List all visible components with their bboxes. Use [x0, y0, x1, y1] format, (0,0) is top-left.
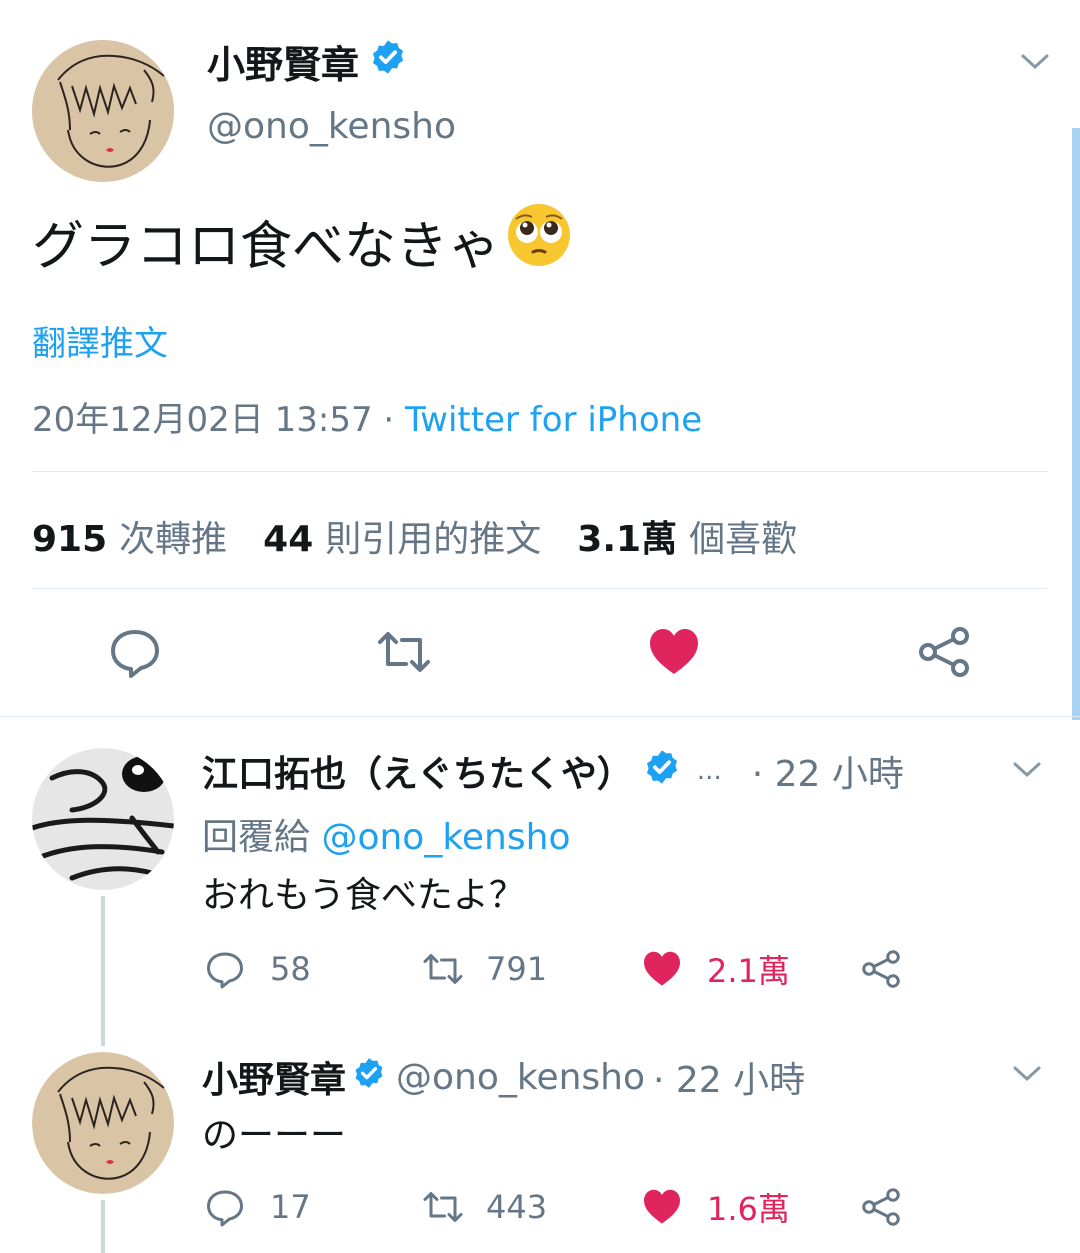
- reply-button[interactable]: 58: [204, 946, 311, 992]
- like-button[interactable]: 1.6萬: [641, 1184, 790, 1230]
- reply-count: 58: [270, 950, 311, 988]
- reply-author-handle[interactable]: @ono_kensho: [396, 1057, 645, 1098]
- author-handle[interactable]: @ono_kensho: [207, 106, 456, 147]
- tweet-metadata: 20年12月02日 13:57 · Twitter for iPhone: [32, 392, 702, 441]
- likes-stat[interactable]: 3.1萬 個喜歡: [577, 510, 797, 562]
- reply-menu-chevron-down-icon[interactable]: [1012, 760, 1042, 780]
- share-icon[interactable]: [916, 624, 972, 680]
- section-divider: [0, 716, 1080, 717]
- share-icon[interactable]: [860, 946, 926, 992]
- translate-tweet-link[interactable]: 翻譯推文: [32, 316, 168, 365]
- reply-author-name[interactable]: 江口拓也（えぐちたくや）: [202, 745, 633, 797]
- reply-count: 17: [270, 1188, 311, 1226]
- reply-author-avatar[interactable]: [32, 1052, 174, 1194]
- verified-badge-icon: [352, 1056, 386, 1099]
- reply-time: · 22 小時: [751, 754, 904, 795]
- author-name-row[interactable]: 小野賢章: [207, 34, 407, 89]
- tweet-menu-chevron-down-icon[interactable]: [1020, 52, 1050, 72]
- reply-menu-chevron-down-icon[interactable]: [1012, 1064, 1042, 1084]
- truncation-ellipsis: ...: [696, 756, 722, 786]
- reply-button[interactable]: 17: [204, 1184, 311, 1230]
- tweet-stats: 915 次轉推 44 則引用的推文 3.1萬 個喜歡: [32, 510, 833, 562]
- retweet-count: 791: [486, 950, 548, 988]
- reply-time: · 22 小時: [653, 1060, 806, 1101]
- reply-text: のーーー: [202, 1115, 347, 1156]
- quotes-stat[interactable]: 44 則引用的推文: [263, 510, 541, 562]
- reply-icon[interactable]: [107, 624, 163, 680]
- scrollbar[interactable]: [1072, 128, 1080, 720]
- reply-author-avatar[interactable]: [32, 748, 174, 890]
- like-heart-icon[interactable]: [646, 624, 702, 680]
- retweet-button[interactable]: 791: [422, 946, 547, 992]
- divider: [32, 471, 1048, 472]
- thread-line: [101, 1200, 105, 1253]
- thread-line: [101, 896, 105, 1046]
- author-name[interactable]: 小野賢章: [207, 34, 359, 89]
- reply-header: 小野賢章 @ono_kensho · 22 小時: [202, 1052, 805, 1102]
- retweet-icon[interactable]: [376, 624, 432, 680]
- tweet-source-link[interactable]: Twitter for iPhone: [405, 400, 702, 440]
- tweet-timestamp: 20年12月02日 13:57: [32, 400, 373, 440]
- reply-text: おれもう食べたよ？: [202, 875, 525, 916]
- pleading-face-emoji-icon: [506, 202, 572, 281]
- retweet-button[interactable]: 443: [422, 1184, 547, 1230]
- replying-to-handle[interactable]: @ono_kensho: [321, 817, 570, 858]
- verified-badge-icon: [643, 748, 681, 795]
- replying-to: 回覆給 @ono_kensho: [202, 808, 570, 860]
- author-avatar[interactable]: [32, 40, 174, 182]
- share-icon[interactable]: [860, 1184, 926, 1230]
- divider: [32, 588, 1048, 589]
- tweet-text: グラコロ食べなきゃ: [32, 216, 501, 277]
- verified-badge-icon: [369, 38, 407, 85]
- like-count: 2.1萬: [707, 952, 790, 990]
- reply-header: 江口拓也（えぐちたくや） ... · 22 小時: [202, 746, 904, 796]
- retweet-count: 443: [486, 1188, 548, 1226]
- like-button[interactable]: 2.1萬: [641, 946, 790, 992]
- retweets-stat[interactable]: 915 次轉推: [32, 510, 227, 562]
- reply-author-name[interactable]: 小野賢章: [202, 1051, 346, 1103]
- replying-to-label: 回覆給: [202, 817, 311, 858]
- tweet-text-row: グラコロ食べなきゃ: [32, 203, 572, 277]
- like-count: 1.6萬: [707, 1190, 790, 1228]
- meta-separator: ·: [372, 400, 406, 440]
